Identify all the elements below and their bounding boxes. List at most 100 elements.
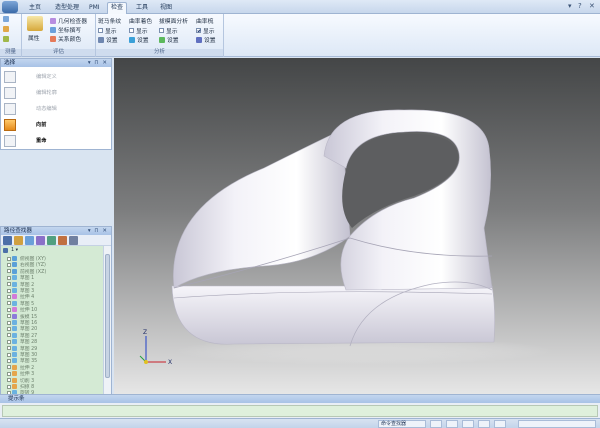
view-rotate-button[interactable] [478,420,490,428]
visibility-checkbox[interactable] [7,378,11,383]
close-icon[interactable]: ✕ [589,2,595,10]
measure-distance-button[interactable] [3,16,9,22]
checkbox-checked-icon [196,28,201,33]
prompt-bar-header: 提示条 [0,395,600,403]
geometry-inspector-button[interactable]: 几何检查器 [50,16,87,25]
view-zoom-button[interactable] [446,420,458,428]
select-item-edit-definition[interactable]: 编辑定义 [4,70,57,83]
curvature-shading-title: 曲率着色 [129,19,153,25]
zebra-show-label: 显示 [105,29,117,35]
coordinate-icon [50,26,56,33]
draft-analysis-settings-button[interactable]: 设置 [159,35,179,44]
zebra-show-checkbox[interactable]: 显示 [98,26,117,35]
coordinate-button[interactable]: 坐标撰写 [50,25,81,34]
visibility-checkbox[interactable] [7,326,11,331]
draft-analysis-section: 拔模面分析 显示 设置 [159,16,195,46]
zoom-slider[interactable] [518,420,596,428]
help-icon[interactable]: ? [578,2,582,10]
command-finder-field[interactable]: 命令查找器 [378,420,426,428]
tree-scroll-thumb[interactable] [105,254,110,378]
relation-color-button[interactable]: 关系颜色 [50,34,81,43]
properties-button[interactable]: 属性 [28,33,40,42]
physical-properties-icon [27,16,43,31]
curvature-comb-settings-label: 设置 [204,38,216,44]
pathfinder-pin-controls[interactable]: ▾ ⊓ ✕ [88,227,108,235]
feature-icon [12,339,17,345]
ribbon-options-icon[interactable]: ▾ [568,2,572,10]
view-style-button[interactable] [494,420,506,428]
visibility-checkbox[interactable] [7,339,11,344]
options-icon[interactable] [69,235,78,245]
search-icon[interactable] [58,235,67,245]
visibility-checkbox[interactable] [7,320,11,325]
select-item-forward[interactable]: 向前 [4,118,46,131]
visibility-checkbox[interactable] [7,371,11,376]
feature-icon [12,377,17,383]
curvature-shading-settings-button[interactable]: 设置 [129,35,149,44]
dynamic-edit-icon [4,102,16,115]
tab-tools[interactable]: 工具 [133,3,151,14]
pathfinder-tree: 1 ▾ 俯视图 (XY) 右视图 (YZ) 前视图 (XZ) 草图 1 草图 2 草图 3… [1,246,105,394]
prompt-bar-title: 提示条 [8,396,25,402]
select-item-edit-profile[interactable]: 编辑轮廓 [4,86,57,99]
zebra-settings-button[interactable]: 设置 [98,35,118,44]
curvature-shading-show-label: 显示 [136,29,148,35]
checkbox-icon [159,28,164,33]
visibility-checkbox[interactable] [7,307,11,312]
feature-icon [12,326,17,332]
display-icon[interactable] [47,235,56,245]
sort-icon[interactable] [14,235,23,245]
curvature-comb-settings-button[interactable]: 设置 [196,35,216,44]
visibility-checkbox[interactable] [7,275,11,280]
feature-icon [12,358,17,364]
layer-icon[interactable] [36,235,45,245]
feature-icon [12,294,17,300]
filter-icon[interactable] [3,235,12,245]
tab-view[interactable]: 视图 [157,3,175,14]
visibility-checkbox[interactable] [7,301,11,306]
measure-area-button[interactable] [3,36,9,42]
application-menu-button[interactable] [2,1,18,13]
view-fit-button[interactable] [430,420,442,428]
select-item-rename[interactable]: 重命 [4,134,46,147]
tab-home[interactable]: 主页 [26,3,44,14]
tab-inspect[interactable]: 检查 [107,2,128,14]
select-item-dynamic-edit[interactable]: 动态编辑 [4,102,57,115]
tree-scrollbar[interactable] [103,246,111,394]
select-panel-title: 选择 [4,60,16,66]
visibility-checkbox[interactable] [7,282,11,287]
group-title-evaluate: 评估 [22,49,95,56]
relation-color-icon [50,35,56,42]
visibility-checkbox[interactable] [7,262,11,267]
visibility-checkbox[interactable] [7,294,11,299]
visibility-checkbox[interactable] [7,346,11,351]
visibility-checkbox[interactable] [7,256,11,261]
visibility-checkbox[interactable] [7,365,11,370]
title-tab-bar: 主页 造型处理 PMI 检查 工具 视图 ▾ ? ✕ [0,0,600,14]
curvature-comb-show-label: 显示 [203,29,215,35]
prompt-input[interactable] [2,405,598,417]
visibility-checkbox[interactable] [7,352,11,357]
view-pan-button[interactable] [462,420,474,428]
measure-angle-button[interactable] [3,26,9,32]
curvature-shading-show-checkbox[interactable]: 显示 [129,26,148,35]
curvature-comb-show-checkbox[interactable]: 显示 [196,26,215,35]
visibility-checkbox[interactable] [7,269,11,274]
tab-pmi[interactable]: PMI [86,3,103,14]
feature-icon [12,384,17,389]
tab-shape-processing[interactable]: 造型处理 [52,3,82,14]
group-title-analysis: 分析 [96,49,223,56]
select-panel-pin-controls[interactable]: ▾ ⊓ ✕ [88,59,108,67]
edit-profile-icon [4,86,16,99]
pathfinder-title: 路径查找器 [4,228,32,234]
model-viewport[interactable]: Z X [114,58,600,394]
visibility-checkbox[interactable] [7,358,11,363]
feature-icon [12,371,17,377]
visibility-checkbox[interactable] [7,333,11,338]
visibility-checkbox[interactable] [7,288,11,293]
visibility-checkbox[interactable] [7,384,11,389]
draft-analysis-show-checkbox[interactable]: 显示 [159,26,178,35]
expand-icon[interactable] [25,235,34,245]
visibility-checkbox[interactable] [7,314,11,319]
tree-root[interactable]: 1 ▾ [3,247,18,254]
